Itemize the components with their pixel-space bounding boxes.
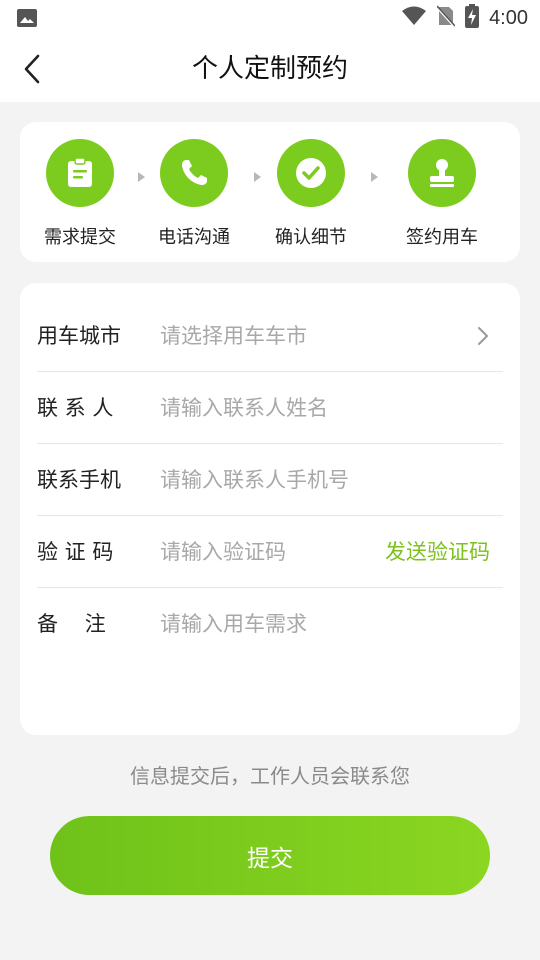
title-bar: 个人定制预约 [0,36,540,102]
step-submit-need: 需求提交 [20,139,140,249]
step-label: 电话沟通 [158,227,230,248]
phone-label: 联系手机 [37,468,121,492]
step-circle [46,139,114,207]
back-arrow-icon [24,54,40,84]
city-label: 用车城市 [37,324,121,348]
phone-row: 联系手机 [37,444,503,516]
step-label: 签约用车 [406,227,478,248]
page-title: 个人定制预约 [191,54,348,84]
step-confirm-details: 确认细节 [251,139,371,249]
city-row[interactable]: 用车城市 [37,300,503,372]
step-phone-talk: 电话沟通 [134,139,254,249]
booking-form: 用车城市 联 系 人 联系手机 验 证 码 发送验证码 备 注 [20,283,520,735]
city-select[interactable] [160,316,440,356]
step-circle [160,139,228,207]
clipboard-icon [68,158,92,187]
step-label: 确认细节 [275,227,347,248]
status-time: 4:00 [489,6,528,29]
status-bar: 4:00 [0,0,540,36]
battery-charging-icon [465,4,480,32]
remark-label: 备 注 [37,612,106,636]
photo-icon [16,8,38,32]
contact-row: 联 系 人 [37,372,503,444]
contact-name-input[interactable] [160,388,440,428]
back-button[interactable] [14,50,50,88]
code-label: 验 证 码 [37,540,114,564]
step-arrow-icon [371,172,378,182]
chevron-right-icon [478,327,488,345]
phone-icon [182,160,207,185]
step-label: 需求提交 [44,227,116,248]
step-circle [408,139,476,207]
code-row: 验 证 码 发送验证码 [37,516,503,588]
stamp-icon [430,159,454,187]
submit-button[interactable]: 提交 [50,816,490,895]
verification-code-input[interactable] [160,532,360,572]
step-sign-contract: 签约用车 [382,139,502,249]
wifi-icon [401,6,427,30]
check-circle-icon [296,158,326,188]
contact-label: 联 系 人 [37,396,114,420]
submit-note: 信息提交后，工作人员会联系您 [130,764,410,788]
no-sim-icon [436,5,456,31]
remark-input[interactable] [160,604,440,644]
send-code-button[interactable]: 发送验证码 [385,516,490,588]
phone-input[interactable] [160,460,440,500]
remark-row: 备 注 [37,588,503,660]
step-circle [277,139,345,207]
steps-card: 需求提交 电话沟通 确认细节 签约用车 [20,122,520,262]
